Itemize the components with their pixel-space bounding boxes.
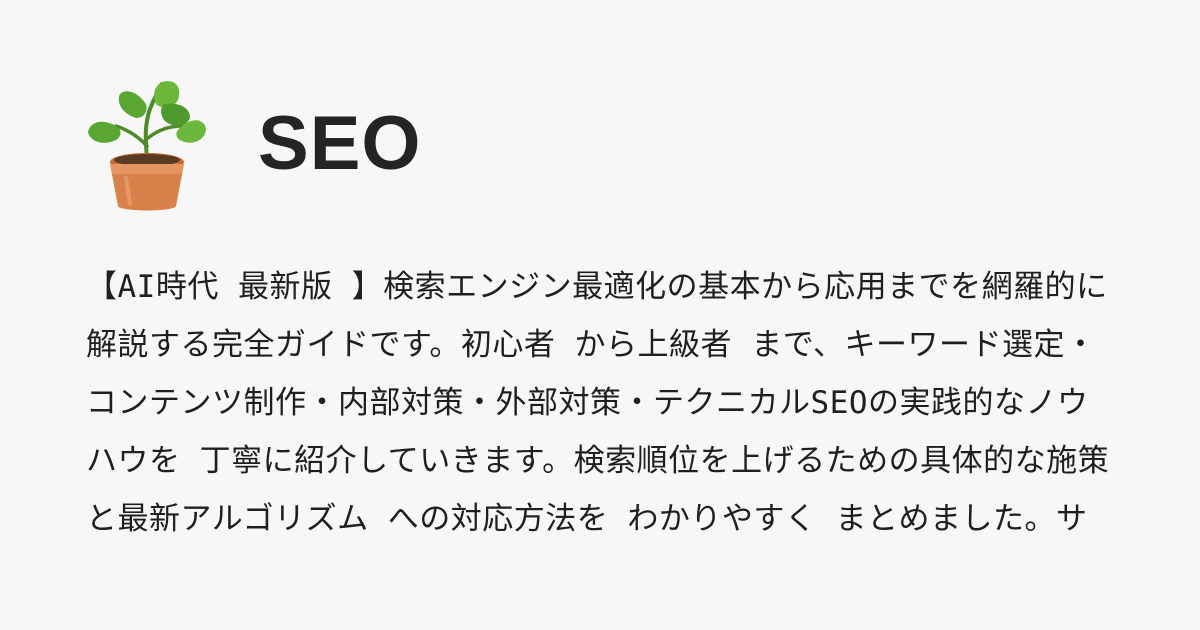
page-description: 【AI時代 最新版 】検索エンジン最適化の基本から応用までを網羅的に解説する完全… [86,269,1110,537]
card-header: SEO [86,74,422,214]
potted-plant-icon [88,81,206,211]
page-title: SEO [258,101,422,186]
og-card: SEO 【AI時代 最新版 】検索エンジン最適化の基本から応用までを網羅的に解説… [0,0,1200,630]
